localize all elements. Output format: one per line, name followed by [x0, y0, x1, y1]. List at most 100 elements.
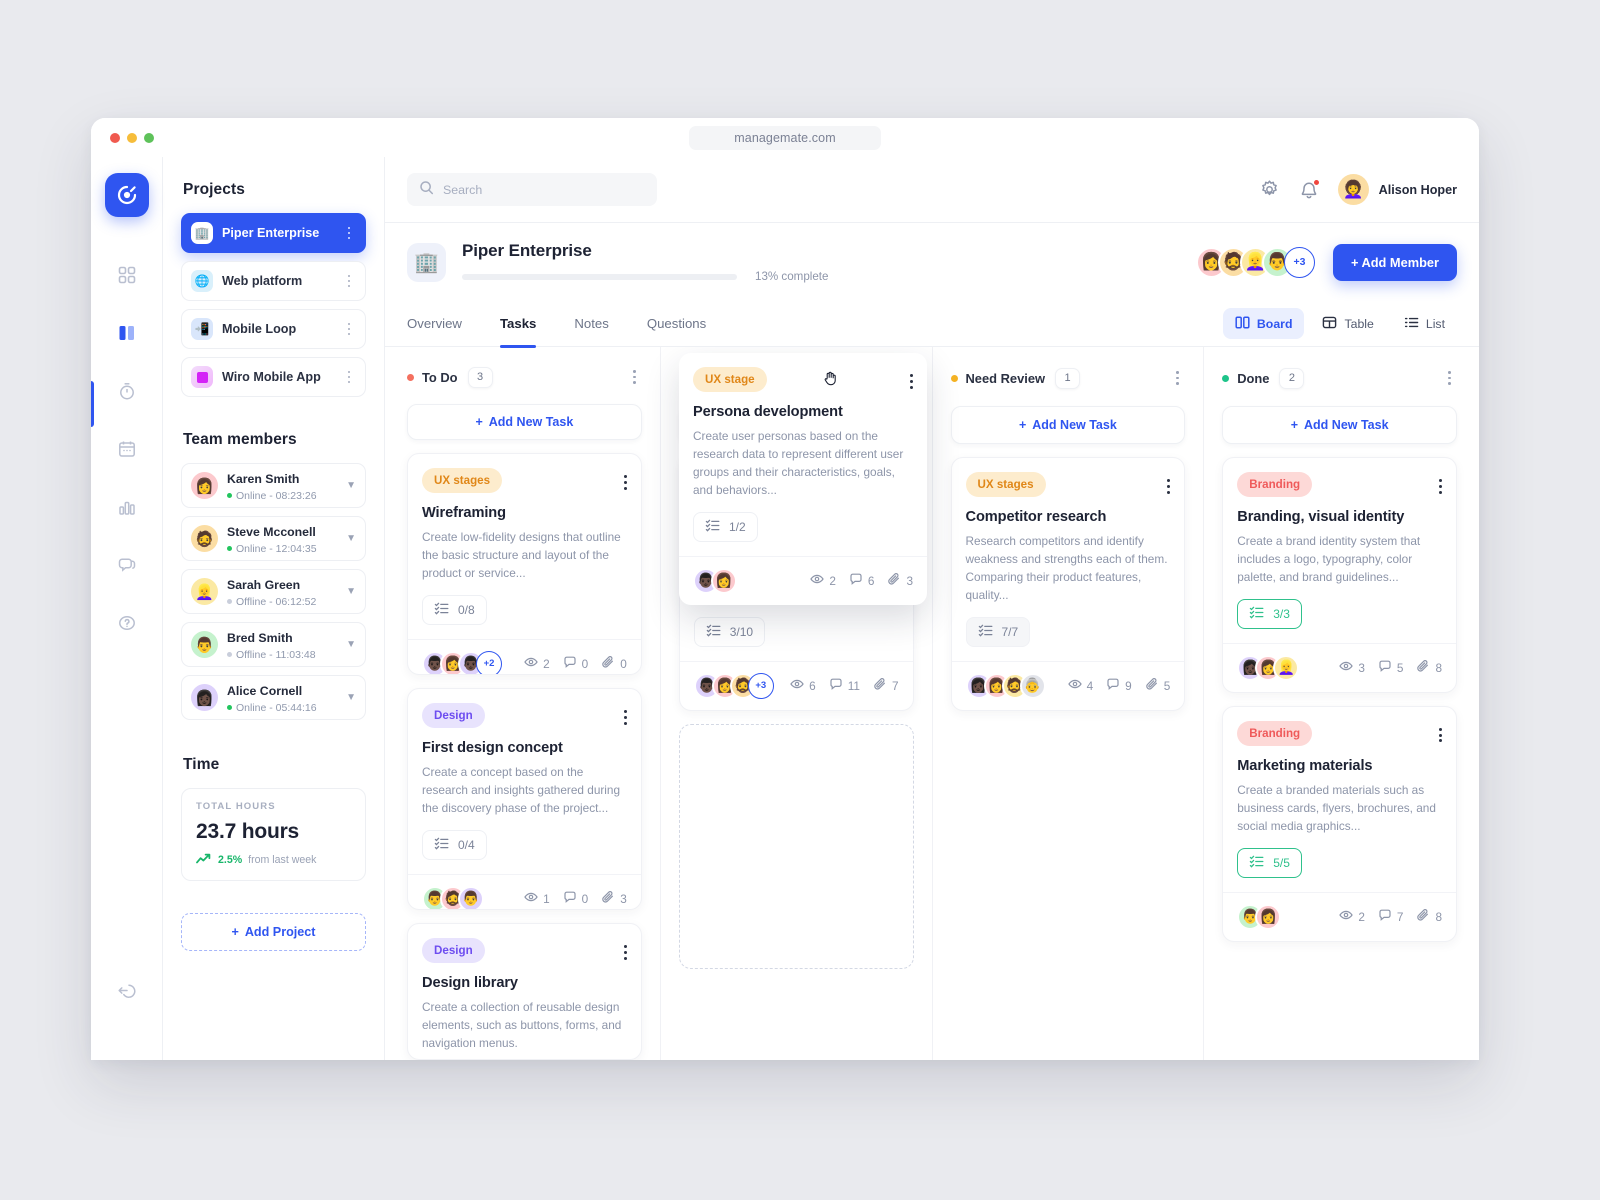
- gear-icon[interactable]: [1259, 179, 1280, 200]
- add-member-button[interactable]: + Add Member: [1332, 243, 1457, 281]
- task-menu-icon[interactable]: [623, 703, 627, 725]
- view-switcher: Board Table List: [1222, 308, 1457, 339]
- task-assignees[interactable]: 👨🏿 👩: [693, 567, 737, 594]
- search-box[interactable]: [407, 173, 657, 206]
- dashboard-grid-icon[interactable]: [115, 263, 139, 287]
- task-footer: 👨🏿 👩 👨🏿 +2 2 0 0: [408, 638, 641, 675]
- progress-label: 13% complete: [755, 270, 829, 283]
- task-card-first-design-concept[interactable]: Design First design concept Create a con…: [407, 688, 642, 911]
- task-card-branding-visual-identity[interactable]: Branding Branding, visual identity Creat…: [1222, 457, 1457, 693]
- calendar-icon[interactable]: [115, 437, 139, 461]
- member-alice-cornell[interactable]: 👩🏿 Alice Cornell Online - 05:44:16 ▼: [181, 675, 366, 720]
- avatar: 👩‍🦱: [1337, 174, 1369, 205]
- chevron-down-icon[interactable]: ▼: [346, 586, 356, 597]
- task-tag: Branding: [1237, 472, 1313, 497]
- sidebar-project-wiro-mobile-app[interactable]: Wiro Mobile App: [181, 357, 366, 397]
- chat-bubble-icon[interactable]: [115, 553, 139, 577]
- member-status: Online - 05:44:16: [236, 701, 317, 714]
- member-status: Offline - 11:03:48: [236, 648, 316, 661]
- files-count: 3: [620, 891, 627, 906]
- project-menu-icon[interactable]: [342, 274, 356, 288]
- maximize-window-button[interactable]: [144, 132, 154, 143]
- tab-notes[interactable]: Notes: [574, 301, 608, 347]
- task-assignees[interactable]: 👨🏿 👩 👨🏿 +2: [422, 650, 502, 675]
- window-controls[interactable]: [110, 132, 154, 143]
- task-card-competitor-research[interactable]: UX stages Competitor research Research c…: [950, 457, 1186, 711]
- task-menu-icon[interactable]: [623, 938, 627, 961]
- task-card-design-library[interactable]: Design Design library Create a collectio…: [407, 923, 642, 1060]
- chevron-down-icon[interactable]: ▼: [346, 480, 356, 491]
- chevron-down-icon[interactable]: ▼: [346, 692, 356, 703]
- project-label: Piper Enterprise: [222, 226, 320, 240]
- column-menu-icon[interactable]: [632, 370, 636, 384]
- paperclip-icon: [887, 572, 901, 589]
- app-logo-icon[interactable]: [104, 173, 149, 217]
- views-count: 2: [1358, 909, 1365, 924]
- subtask-count: 5/5: [1273, 855, 1290, 870]
- tab-tasks[interactable]: Tasks: [499, 301, 537, 348]
- task-assignees[interactable]: 👨 👩: [1237, 903, 1282, 930]
- add-project-button[interactable]: + Add Project: [181, 913, 366, 951]
- sidebar-project-piper-enterprise[interactable]: 🏢 Piper Enterprise: [181, 213, 366, 253]
- dragged-task-card-persona-development[interactable]: UX stage Persona development Create user…: [679, 353, 927, 605]
- task-menu-icon[interactable]: [1167, 472, 1171, 494]
- task-card-wireframing[interactable]: UX stages Wireframing Create low-fidelit…: [407, 452, 642, 676]
- task-assignees[interactable]: 👨 🧔 👨: [422, 885, 484, 910]
- search-icon: [419, 180, 434, 200]
- sidebar-project-web-platform[interactable]: 🌐 Web platform: [181, 261, 366, 301]
- paperclip-icon: [601, 890, 615, 907]
- close-window-button[interactable]: [110, 132, 120, 143]
- member-bred-smith[interactable]: 👨 Bred Smith Offline - 11:03:48 ▼: [181, 622, 366, 667]
- chevron-down-icon[interactable]: ▼: [346, 533, 356, 544]
- column-menu-icon[interactable]: [1176, 371, 1180, 385]
- task-assignees[interactable]: 👩🏿 👩 👱‍♀️: [1237, 654, 1300, 681]
- task-assignees[interactable]: 👩🏿 👩 🧔 👵: [965, 672, 1046, 699]
- analytics-bar-icon[interactable]: [115, 495, 139, 519]
- task-menu-icon[interactable]: [1439, 472, 1442, 494]
- member-steve-mcconell[interactable]: 🧔 Steve Mcconell Online - 12:04:35 ▼: [181, 516, 366, 561]
- view-board-button[interactable]: Board: [1222, 308, 1305, 339]
- view-table-button[interactable]: Table: [1310, 308, 1385, 339]
- bell-icon[interactable]: [1299, 178, 1320, 200]
- timer-icon[interactable]: [115, 379, 139, 403]
- member-sarah-green[interactable]: 👱‍♀️ Sarah Green Offline - 06:12:52 ▼: [181, 569, 366, 614]
- add-new-task-button[interactable]: + Add New Task: [1222, 406, 1457, 444]
- tab-overview[interactable]: Overview: [407, 301, 462, 347]
- board-icon[interactable]: [115, 321, 139, 345]
- user-profile[interactable]: 👩‍🦱 Alison Hoper: [1337, 174, 1457, 205]
- project-menu-icon[interactable]: [342, 226, 356, 240]
- add-new-task-button[interactable]: + Add New Task: [950, 406, 1186, 444]
- sidebar-project-mobile-loop[interactable]: 📲 Mobile Loop: [181, 309, 366, 349]
- task-menu-icon[interactable]: [910, 367, 913, 389]
- assignee-overflow-count[interactable]: +2: [476, 650, 502, 675]
- avatar-overflow-count[interactable]: +3: [1283, 246, 1315, 278]
- page-title: Piper Enterprise: [462, 241, 592, 260]
- search-input[interactable]: [443, 182, 645, 197]
- task-title: Branding, visual identity: [1237, 509, 1405, 525]
- column-menu-icon[interactable]: [1448, 371, 1451, 385]
- square-magenta-icon: [191, 366, 213, 388]
- chevron-down-icon[interactable]: ▼: [346, 639, 356, 650]
- top-bar-actions: 👩‍🦱 Alison Hoper: [1259, 174, 1457, 205]
- checklist-icon: [1249, 854, 1264, 872]
- total-hours-delta: 2.5% from last week: [196, 853, 351, 867]
- add-project-label: Add Project: [244, 925, 316, 939]
- help-circle-icon[interactable]: [115, 611, 139, 635]
- task-assignees[interactable]: 👨🏿 👩 🧔 +3: [693, 672, 774, 699]
- url-bar[interactable]: managemate.com: [689, 125, 881, 150]
- assignee-overflow-count[interactable]: +3: [747, 672, 774, 699]
- add-new-task-button[interactable]: + Add New Task: [407, 404, 642, 440]
- task-menu-icon[interactable]: [1439, 721, 1442, 743]
- tab-questions[interactable]: Questions: [647, 301, 706, 347]
- view-list-button[interactable]: List: [1392, 308, 1457, 339]
- project-member-avatars[interactable]: 👩 🧔 👱‍♀️ 👨 +3: [1195, 246, 1315, 278]
- member-karen-smith[interactable]: 👩 Karen Smith Online - 08:23:26 ▼: [181, 463, 366, 508]
- project-menu-icon[interactable]: [342, 370, 356, 384]
- minimize-window-button[interactable]: [127, 132, 137, 143]
- total-hours-value: 23.7 hours: [196, 820, 300, 843]
- logout-icon[interactable]: [115, 978, 139, 1002]
- view-board-label: Board: [1256, 316, 1293, 331]
- task-card-marketing-materials[interactable]: Branding Marketing materials Create a br…: [1222, 705, 1457, 942]
- project-menu-icon[interactable]: [342, 322, 356, 336]
- task-menu-icon[interactable]: [623, 468, 627, 490]
